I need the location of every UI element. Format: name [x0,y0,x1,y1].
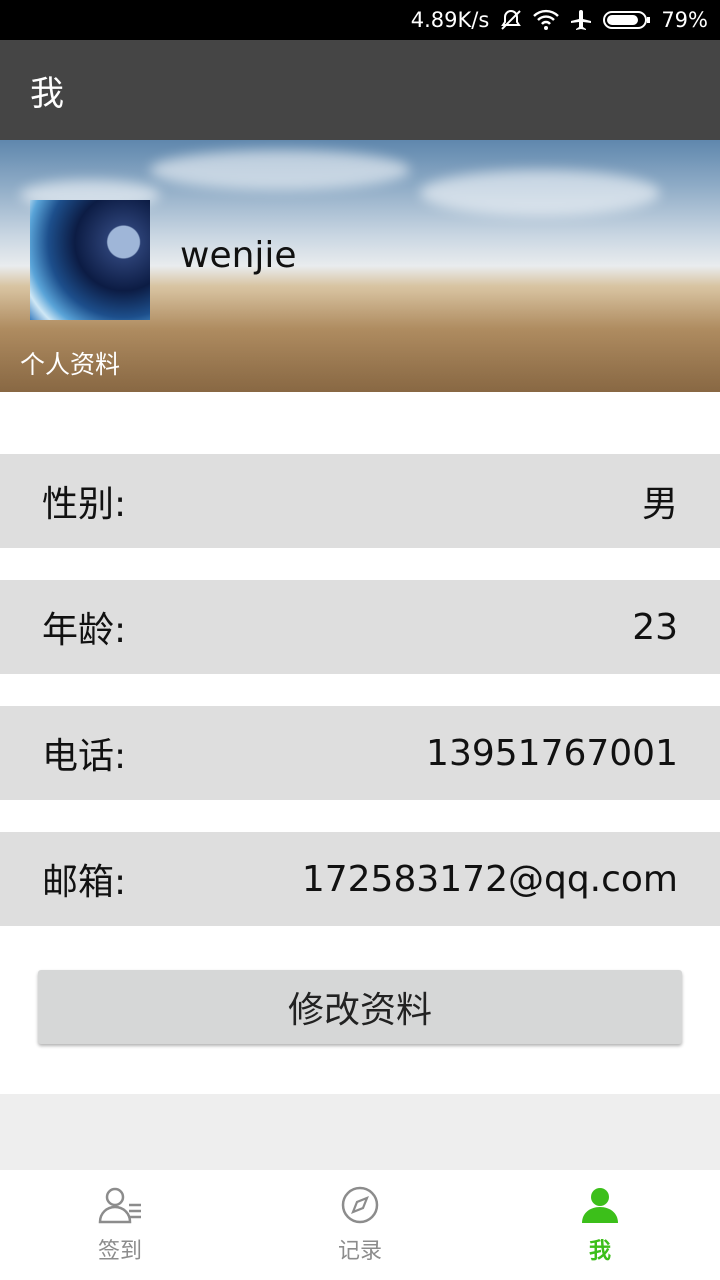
tab-label: 我 [588,1239,611,1264]
user-list-icon [97,1185,143,1231]
avatar[interactable] [30,200,150,320]
info-label: 性别: [42,484,127,525]
profile-section-label: 个人资料 [20,350,121,379]
mute-icon [499,8,523,32]
info-row-phone: 电话: 13951767001 [0,706,720,800]
username: wenjie [180,235,297,276]
info-row-gender: 性别: 男 [0,454,720,548]
info-label: 电话: [42,736,127,777]
page-title: 我 [30,73,64,114]
airplane-icon [569,8,593,32]
tab-label: 签到 [97,1239,142,1264]
profile-banner: wenjie 个人资料 [0,140,720,392]
info-label: 年龄: [42,610,127,651]
info-row-age: 年龄: 23 [0,580,720,674]
info-value: 13951767001 [426,732,678,774]
battery-percent: 79% [661,8,708,32]
cloud [420,170,660,216]
tab-records[interactable]: 记录 [240,1170,480,1280]
app-bar: 我 [0,40,720,140]
bottom-tab-bar: 签到 记录 我 [0,1170,720,1280]
person-icon [580,1185,620,1231]
tab-me[interactable]: 我 [480,1170,720,1280]
status-bar: 4.89K/s 79% [0,0,720,40]
edit-profile-button[interactable]: 修改资料 [38,970,682,1044]
wifi-icon [533,9,560,31]
info-value: 172583172@qq.com [301,858,678,900]
info-row-email: 邮箱: 172583172@qq.com [0,832,720,926]
network-speed: 4.89K/s [410,8,490,32]
battery-icon [603,10,651,30]
compass-icon [340,1185,380,1231]
spacer-strip [0,1094,720,1170]
tab-label: 记录 [337,1239,382,1264]
cloud [150,150,410,190]
info-value: 男 [641,484,678,525]
info-label: 邮箱: [42,862,127,903]
tab-checkin[interactable]: 签到 [0,1170,240,1280]
info-value: 23 [632,606,678,648]
